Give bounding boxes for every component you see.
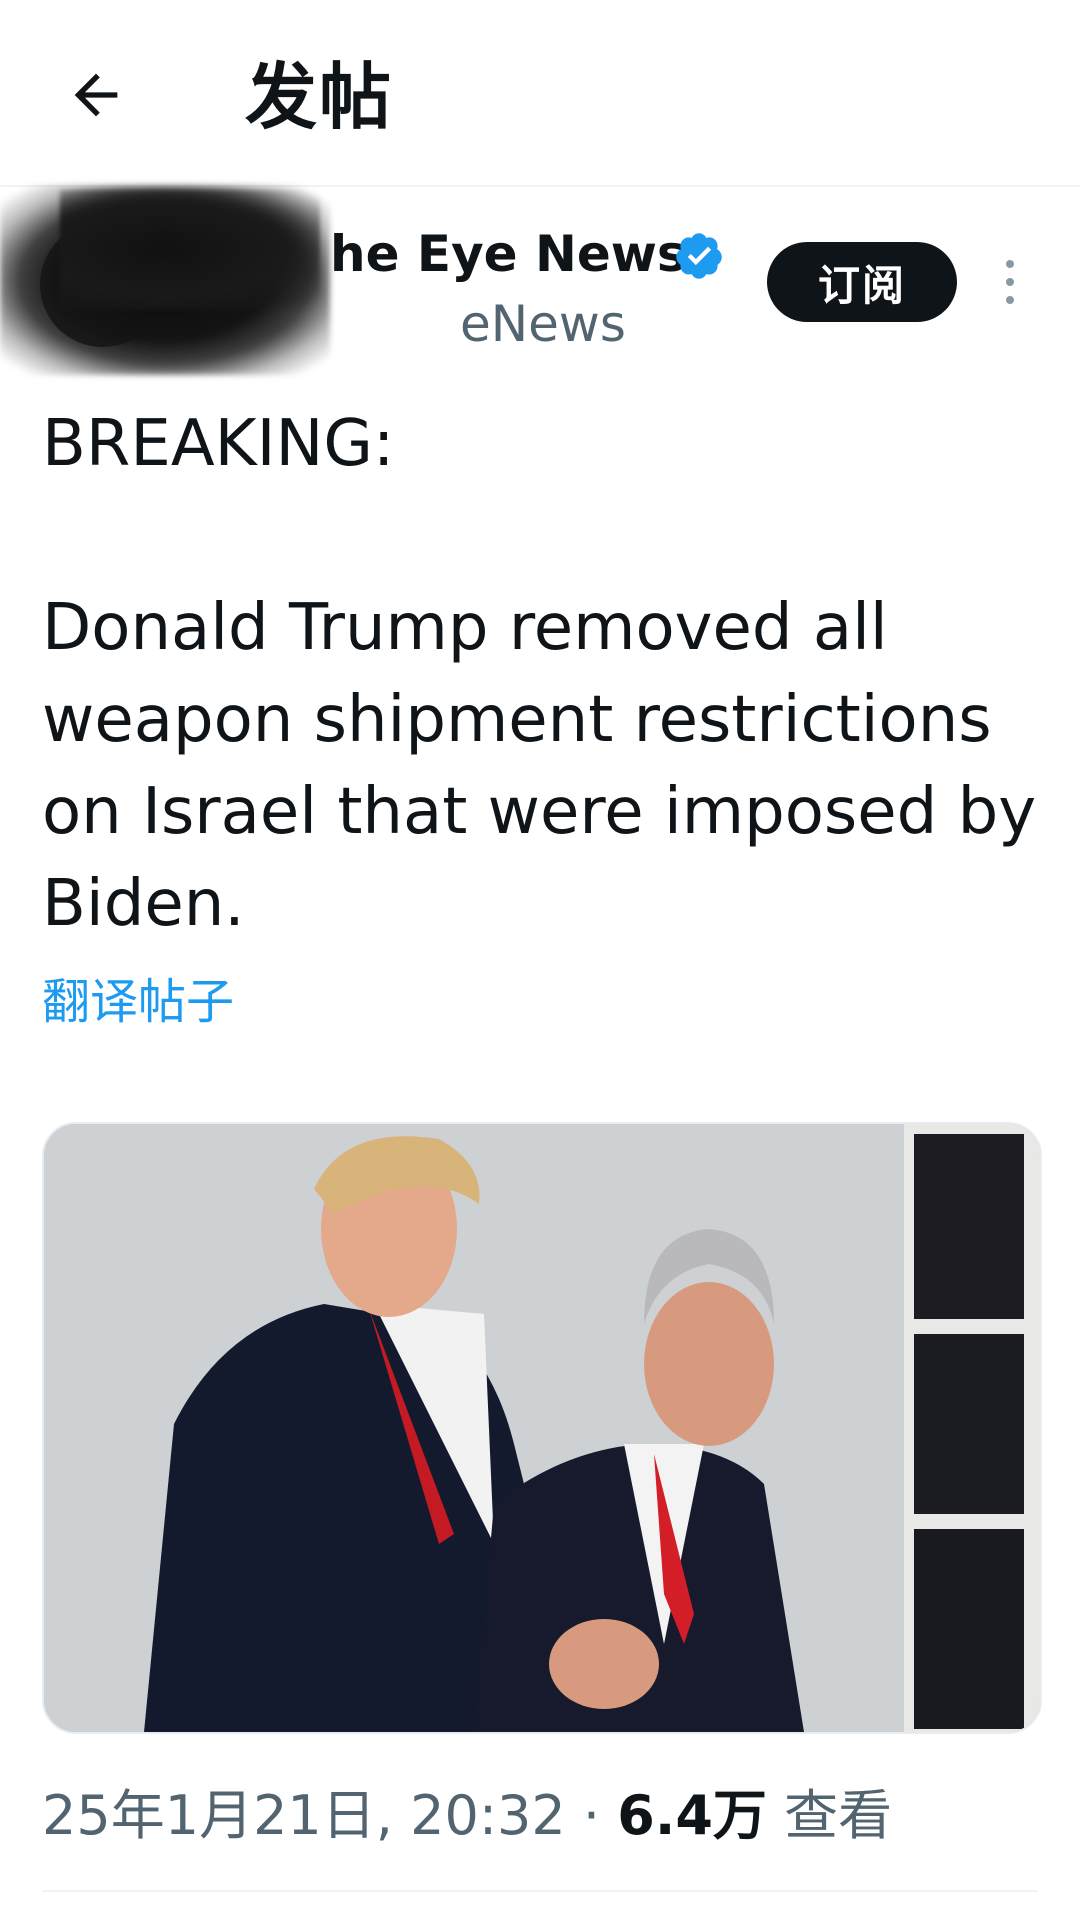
- views-label: 查看: [784, 1784, 893, 1847]
- back-button[interactable]: [56, 55, 136, 135]
- verified-badge-icon: [676, 233, 722, 279]
- author-handle[interactable]: eNews: [460, 292, 626, 356]
- tweet-photo[interactable]: [42, 1122, 1042, 1734]
- more-vertical-icon-dot: [1006, 296, 1014, 304]
- tweet-text: BREAKING: Donald Trump removed all weapo…: [42, 407, 1037, 941]
- top-bar: 发帖: [0, 0, 1080, 187]
- redaction-scribble-overlay: [60, 190, 320, 310]
- meta-separator: ·: [582, 1784, 601, 1847]
- more-options-button[interactable]: [990, 252, 1030, 312]
- page-title: 发帖: [245, 55, 394, 139]
- divider: [42, 1890, 1038, 1892]
- arrow-left-icon: [74, 73, 118, 117]
- more-vertical-icon: [1006, 260, 1014, 268]
- tweet-metadata: 25年1月21日, 20:32 · 6.4万 查看: [42, 1780, 892, 1852]
- post-timestamp: 25年1月21日, 20:32: [42, 1784, 566, 1847]
- author-display-name[interactable]: he Eye News: [330, 222, 687, 286]
- views-count[interactable]: 6.4万: [617, 1784, 767, 1847]
- translate-post-link[interactable]: 翻译帖子: [42, 970, 234, 1034]
- subscribe-button[interactable]: 订阅: [767, 242, 957, 322]
- photo-illustration: [44, 1124, 1040, 1732]
- more-vertical-icon-dot: [1006, 278, 1014, 286]
